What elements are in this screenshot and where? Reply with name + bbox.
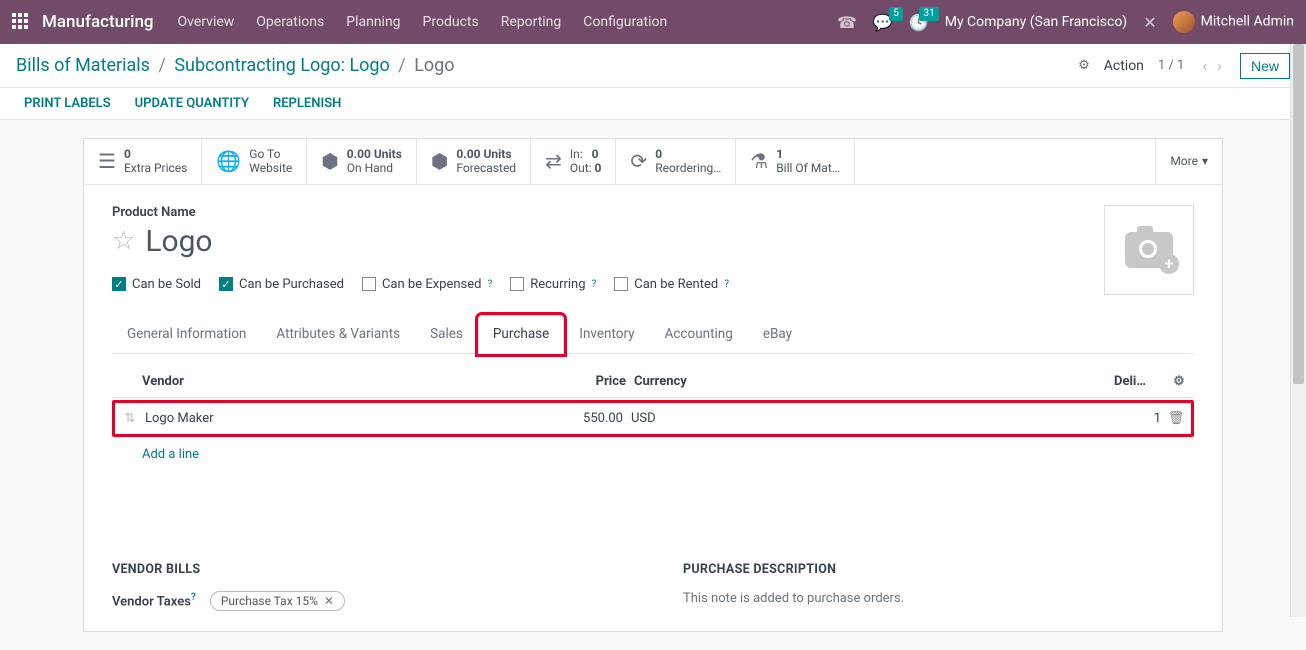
check-recurring[interactable]: Recurring? <box>510 277 596 292</box>
currency-cell[interactable]: USD <box>631 411 731 426</box>
tab-ebay[interactable]: eBay <box>748 315 807 353</box>
messages-icon[interactable]: 💬5 <box>873 13 893 32</box>
pager: 1 / 1 <box>1158 58 1184 73</box>
scrollbar[interactable] <box>1290 44 1306 617</box>
company-switcher[interactable]: My Company (San Francisco) <box>945 14 1127 30</box>
column-settings-icon[interactable]: ⚙ <box>1164 374 1194 389</box>
cubes-icon: ⬢ <box>431 149 448 173</box>
tab-sales[interactable]: Sales <box>415 315 478 353</box>
remove-tag-icon[interactable]: ✕ <box>324 594 334 608</box>
stat-on-hand[interactable]: ⬢ 0.00 UnitsOn Hand <box>307 139 417 184</box>
help-icon[interactable]: ? <box>592 279 597 290</box>
nav-products[interactable]: Products <box>423 14 479 30</box>
activities-badge: 31 <box>919 7 938 21</box>
action-menu[interactable]: Action <box>1104 58 1144 74</box>
purchase-description-heading: PURCHASE DESCRIPTION <box>683 562 1194 577</box>
apps-icon[interactable] <box>12 13 30 31</box>
stat-in-out[interactable]: ⇄ In: 0 Out: 0 <box>531 139 616 184</box>
user-menu[interactable]: Mitchell Admin <box>1173 11 1294 33</box>
support-icon[interactable]: ☎ <box>837 13 857 32</box>
nav-reporting[interactable]: Reporting <box>501 14 562 30</box>
drag-handle-icon[interactable]: ⇅ <box>115 411 145 426</box>
col-delivery: Deli… <box>1114 374 1164 389</box>
replenish-button[interactable]: REPLENISH <box>273 96 341 111</box>
nav-planning[interactable]: Planning <box>346 14 400 30</box>
vendor-cell[interactable]: Logo Maker <box>145 411 531 426</box>
vendor-tax-tag[interactable]: Purchase Tax 15%✕ <box>210 591 345 611</box>
breadcrumb-subcontracting[interactable]: Subcontracting Logo: Logo <box>174 55 389 76</box>
col-vendor: Vendor <box>142 374 534 389</box>
nav-configuration[interactable]: Configuration <box>583 14 667 30</box>
product-name[interactable]: Logo <box>145 224 212 259</box>
brand: Manufacturing <box>42 12 154 32</box>
col-price: Price <box>534 374 634 389</box>
delete-row-icon[interactable]: 🗑 <box>1161 411 1191 426</box>
globe-icon: 🌐 <box>216 149 241 173</box>
vendor-bills-heading: VENDOR BILLS <box>112 562 623 577</box>
update-quantity-button[interactable]: UPDATE QUANTITY <box>135 96 249 111</box>
favorite-star[interactable]: ☆ <box>112 226 135 256</box>
breadcrumb: Bills of Materials / Subcontracting Logo… <box>16 55 1078 76</box>
stat-bom[interactable]: ⚗ 1Bill Of Mat… <box>736 139 855 184</box>
price-cell[interactable]: 550.00 <box>531 411 631 426</box>
help-icon[interactable]: ? <box>191 592 196 603</box>
tab-inventory[interactable]: Inventory <box>564 315 649 353</box>
check-can-be-rented[interactable]: Can be Rented? <box>614 277 729 292</box>
delivery-qty-cell[interactable]: 1 <box>1111 411 1161 426</box>
transfer-icon: ⇄ <box>545 149 562 173</box>
tools-icon[interactable]: ✕ <box>1143 13 1156 32</box>
help-icon[interactable]: ? <box>724 279 729 290</box>
product-name-label: Product Name <box>112 205 1064 220</box>
list-icon: ☰ <box>98 149 116 173</box>
stat-more[interactable]: More▾ <box>1155 139 1222 184</box>
print-labels-button[interactable]: PRINT LABELS <box>24 96 111 111</box>
check-can-be-sold[interactable]: ✓Can be Sold <box>112 277 201 292</box>
caret-down-icon: ▾ <box>1202 154 1208 168</box>
avatar <box>1173 11 1195 33</box>
cubes-icon: ⬢ <box>321 149 338 173</box>
tab-attributes-variants[interactable]: Attributes & Variants <box>261 315 415 353</box>
gear-icon[interactable]: ⚙ <box>1078 58 1090 73</box>
messages-badge: 5 <box>889 7 903 21</box>
new-button[interactable]: New <box>1240 53 1290 79</box>
tab-purchase[interactable]: Purchase <box>478 315 564 354</box>
vendor-taxes-label: Vendor Taxes? <box>112 592 196 609</box>
breadcrumb-bom[interactable]: Bills of Materials <box>16 55 150 76</box>
col-currency: Currency <box>634 374 734 389</box>
stat-reordering[interactable]: ⟳ 0Reordering… <box>616 139 736 184</box>
stat-extra-prices[interactable]: ☰ 0Extra Prices <box>84 139 202 184</box>
breadcrumb-current: Logo <box>414 55 454 76</box>
product-image-upload[interactable]: + <box>1104 205 1194 295</box>
pager-next[interactable]: › <box>1213 56 1226 75</box>
tab-accounting[interactable]: Accounting <box>650 315 748 353</box>
stat-forecasted[interactable]: ⬢ 0.00 UnitsForecasted <box>417 139 531 184</box>
camera-icon: + <box>1125 232 1173 268</box>
activities-icon[interactable]: 🕓31 <box>909 13 929 32</box>
add-line-button[interactable]: Add a line <box>112 437 1194 472</box>
stat-goto-website[interactable]: 🌐 Go ToWebsite <box>202 139 307 184</box>
pager-prev[interactable]: ‹ <box>1198 56 1211 75</box>
refresh-icon: ⟳ <box>630 149 647 173</box>
flask-icon: ⚗ <box>750 149 768 173</box>
purchase-description-note[interactable]: This note is added to purchase orders. <box>683 591 1194 606</box>
check-can-be-purchased[interactable]: ✓Can be Purchased <box>219 277 344 292</box>
help-icon[interactable]: ? <box>487 279 492 290</box>
nav-operations[interactable]: Operations <box>256 14 324 30</box>
nav-overview[interactable]: Overview <box>178 14 235 30</box>
tab-general-information[interactable]: General Information <box>112 315 261 353</box>
check-can-be-expensed[interactable]: Can be Expensed? <box>362 277 492 292</box>
vendor-row[interactable]: ⇅ Logo Maker 550.00 USD 1 🗑 <box>112 400 1194 437</box>
scrollbar-thumb[interactable] <box>1293 44 1304 384</box>
